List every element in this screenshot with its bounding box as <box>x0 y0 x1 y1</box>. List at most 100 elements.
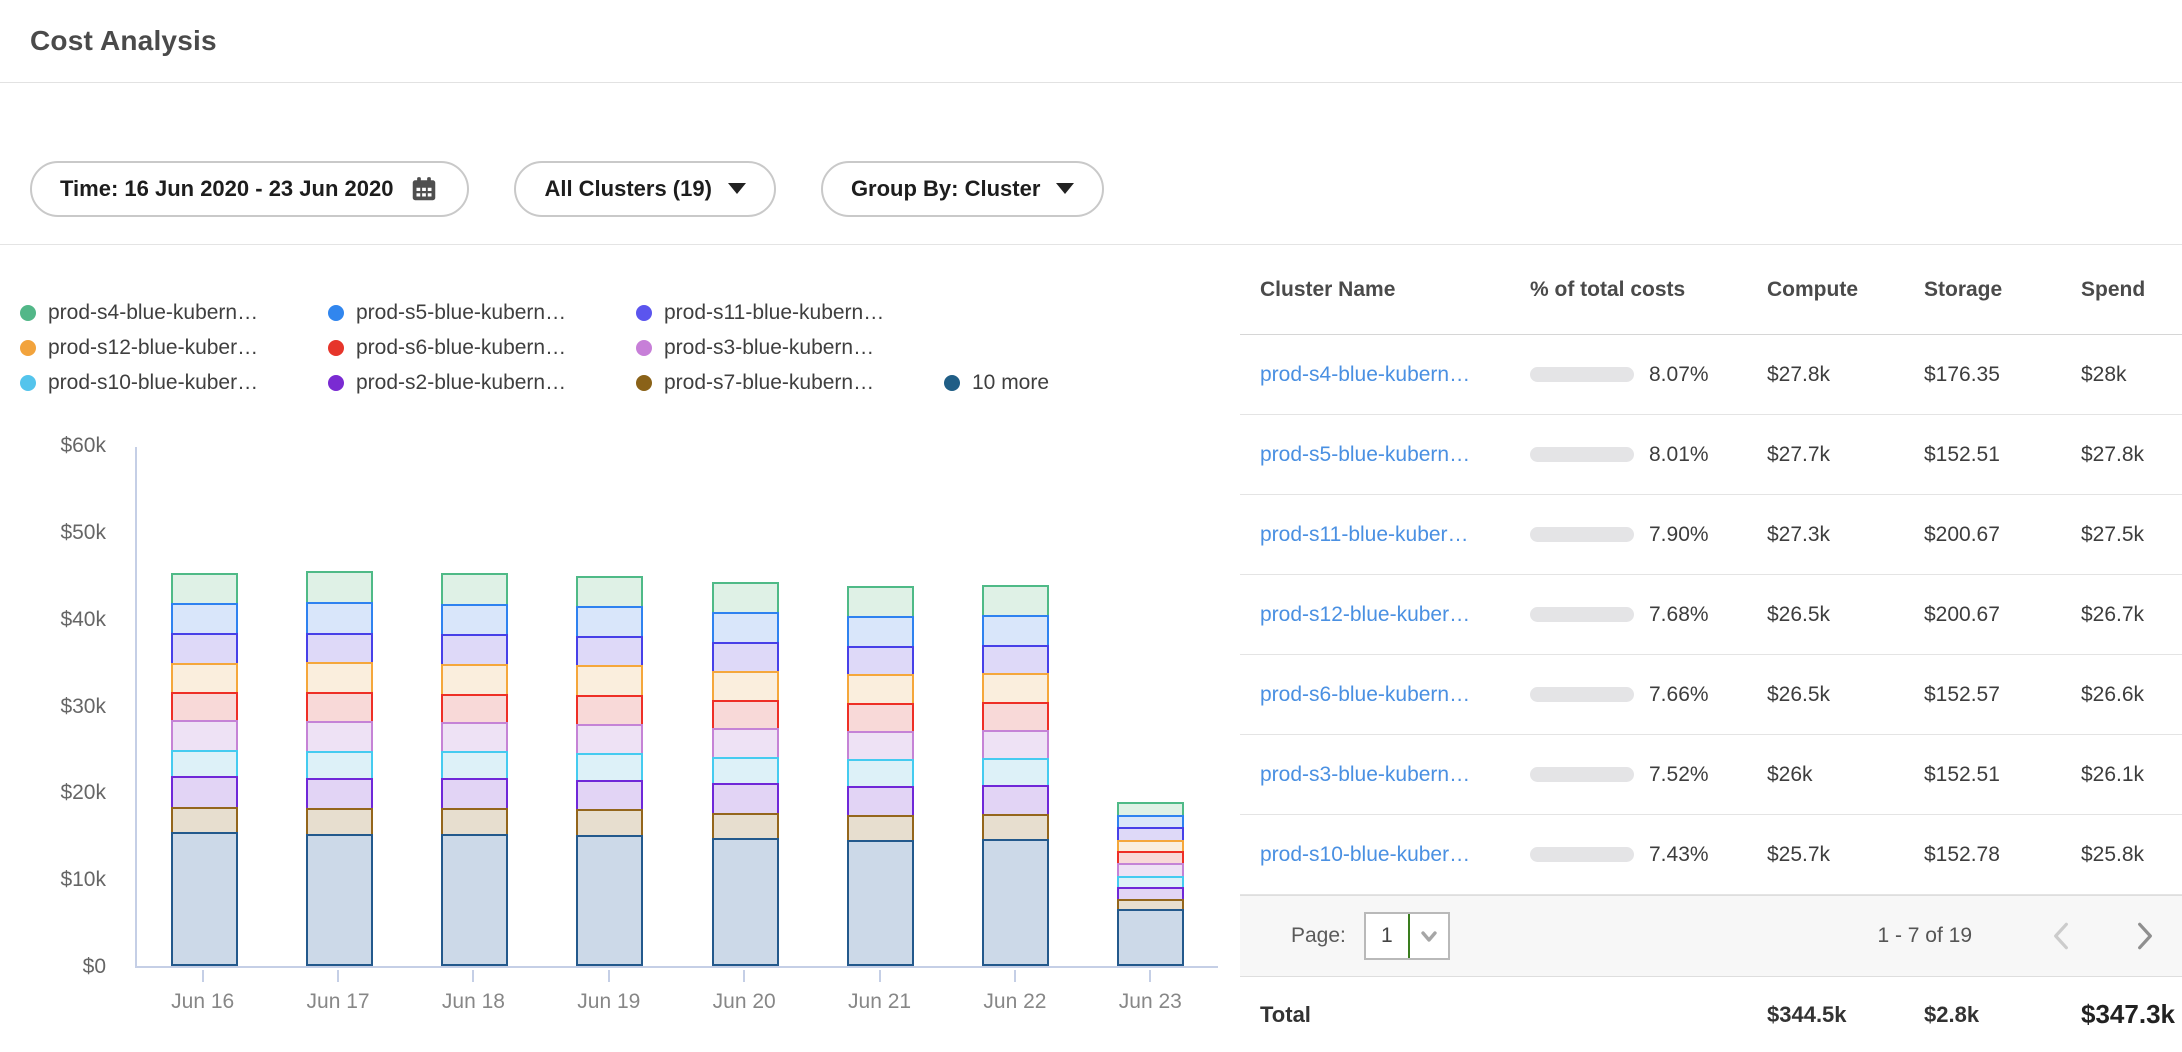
y-tick-label: $50k <box>20 521 106 545</box>
bar-segment <box>847 616 914 647</box>
pct-progress-track <box>1530 367 1634 382</box>
bar-segment <box>576 724 643 755</box>
x-tick-label: Jun 16 <box>171 990 234 1014</box>
bar-segment <box>441 808 508 836</box>
legend-item[interactable]: 10 more <box>944 371 1049 395</box>
bar-segment <box>1117 909 1184 966</box>
bar-segment <box>982 785 1049 816</box>
compute-value: $26.5k <box>1767 683 1924 707</box>
bar-segment <box>847 586 914 618</box>
legend-item-label: prod-s4-blue-kubern… <box>48 301 258 325</box>
bar-segment <box>441 634 508 665</box>
spend-value: $26.6k <box>2081 683 2182 707</box>
pct-value: 7.43% <box>1649 843 1709 867</box>
x-tick-label: Jun 22 <box>983 990 1046 1014</box>
legend-row: prod-s12-blue-kuber… prod-s6-blue-kubern…… <box>20 336 1240 360</box>
legend-item[interactable]: prod-s12-blue-kuber… <box>20 336 328 360</box>
compute-value: $27.3k <box>1767 523 1924 547</box>
stacked-bar <box>171 573 238 966</box>
stacked-bar <box>576 576 643 966</box>
page-header: Cost Analysis <box>0 0 2182 83</box>
group-by-filter-button[interactable]: Group By: Cluster <box>821 161 1104 217</box>
legend-item-label: prod-s2-blue-kubern… <box>356 371 566 395</box>
pagination-range: 1 - 7 of 19 <box>1877 924 1972 948</box>
compute-value: $27.8k <box>1767 363 1924 387</box>
x-tick-mark <box>608 970 610 982</box>
legend-dot-icon <box>20 305 36 321</box>
legend-item-label: prod-s6-blue-kubern… <box>356 336 566 360</box>
bar-segment <box>576 636 643 667</box>
legend-item[interactable]: prod-s5-blue-kubern… <box>328 301 636 325</box>
x-tick-label: Jun 19 <box>577 990 640 1014</box>
cluster-name-link[interactable]: prod-s6-blue-kubern… <box>1260 683 1530 707</box>
chevron-right-icon <box>2132 920 2158 952</box>
spend-value: $27.5k <box>2081 523 2182 547</box>
legend-item[interactable]: prod-s2-blue-kubern… <box>328 371 636 395</box>
bar-segment <box>712 582 779 614</box>
spend-value: $25.8k <box>2081 843 2182 867</box>
prev-page-button[interactable] <box>2048 920 2074 952</box>
clusters-filter-button[interactable]: All Clusters (19) <box>514 161 776 217</box>
bar-segment <box>982 814 1049 841</box>
cluster-name-link[interactable]: prod-s5-blue-kubern… <box>1260 443 1530 467</box>
x-tick-mark <box>337 970 339 982</box>
bar-segment <box>171 573 238 605</box>
legend-item[interactable]: prod-s6-blue-kubern… <box>328 336 636 360</box>
bar-segment <box>847 731 914 761</box>
bar-segment <box>306 692 373 723</box>
pct-value: 8.01% <box>1649 443 1709 467</box>
bar-column <box>678 447 813 966</box>
bar-segment <box>306 633 373 664</box>
legend-item[interactable]: prod-s10-blue-kuber… <box>20 371 328 395</box>
time-filter-button[interactable]: Time: 16 Jun 2020 - 23 Jun 2020 <box>30 161 469 217</box>
chart-legend: prod-s4-blue-kubern… prod-s5-blue-kubern…… <box>20 301 1240 395</box>
pct-of-total-cell: 7.66% <box>1530 683 1767 707</box>
cluster-name-link[interactable]: prod-s12-blue-kuber… <box>1260 603 1530 627</box>
x-tick-label: Jun 17 <box>307 990 370 1014</box>
legend-dot-icon <box>328 340 344 356</box>
total-storage: $2.8k <box>1924 1002 2081 1028</box>
pct-value: 7.52% <box>1649 763 1709 787</box>
bar-segment <box>171 807 238 835</box>
table-header-row: Cluster Name% of total costsComputeStora… <box>1240 245 2182 335</box>
bar-segment <box>576 695 643 725</box>
cluster-name-link[interactable]: prod-s11-blue-kuber… <box>1260 523 1530 547</box>
bar-segment <box>847 815 914 842</box>
pct-value: 7.66% <box>1649 683 1709 707</box>
x-axis-labels: Jun 16Jun 17Jun 18Jun 19Jun 20Jun 21Jun … <box>135 970 1218 1014</box>
legend-item[interactable]: prod-s3-blue-kubern… <box>636 336 944 360</box>
bar-segment <box>171 603 238 635</box>
legend-item-label: prod-s3-blue-kubern… <box>664 336 874 360</box>
bar-segment <box>441 722 508 753</box>
cluster-name-link[interactable]: prod-s3-blue-kubern… <box>1260 763 1530 787</box>
bar-segment <box>306 751 373 781</box>
cluster-name-link[interactable]: prod-s4-blue-kubern… <box>1260 363 1530 387</box>
stacked-bar <box>712 582 779 966</box>
bar-segment <box>982 585 1049 617</box>
bar-segment <box>441 751 508 780</box>
legend-dot-icon <box>636 375 652 391</box>
bar-segment <box>171 692 238 722</box>
page-select-value: 1 <box>1366 914 1408 958</box>
pct-of-total-cell: 7.90% <box>1530 523 1767 547</box>
stacked-bar <box>982 585 1049 966</box>
pct-progress-track <box>1530 607 1634 622</box>
bar-segment <box>441 664 508 696</box>
legend-dot-icon <box>20 340 36 356</box>
total-row: Total $344.5k $2.8k $347.3k <box>1240 977 2182 1052</box>
y-tick-label: $20k <box>20 781 106 805</box>
table-row: prod-s10-blue-kuber…7.43%$25.7k$152.78$2… <box>1240 815 2182 895</box>
bar-segment <box>576 753 643 782</box>
cluster-name-link[interactable]: prod-s10-blue-kuber… <box>1260 843 1530 867</box>
main-content: prod-s4-blue-kubern… prod-s5-blue-kubern…… <box>0 245 2182 1052</box>
column-header-cluster-name: Cluster Name <box>1260 278 1530 302</box>
bar-segment <box>441 834 508 966</box>
legend-item[interactable]: prod-s11-blue-kubern… <box>636 301 944 325</box>
legend-item[interactable]: prod-s4-blue-kubern… <box>20 301 328 325</box>
next-page-button[interactable] <box>2132 920 2158 952</box>
caret-down-icon <box>1056 183 1074 194</box>
legend-item[interactable]: prod-s7-blue-kubern… <box>636 371 944 395</box>
page-select[interactable]: 1 <box>1364 912 1450 960</box>
bar-segment <box>712 671 779 702</box>
bar-column <box>137 447 272 966</box>
